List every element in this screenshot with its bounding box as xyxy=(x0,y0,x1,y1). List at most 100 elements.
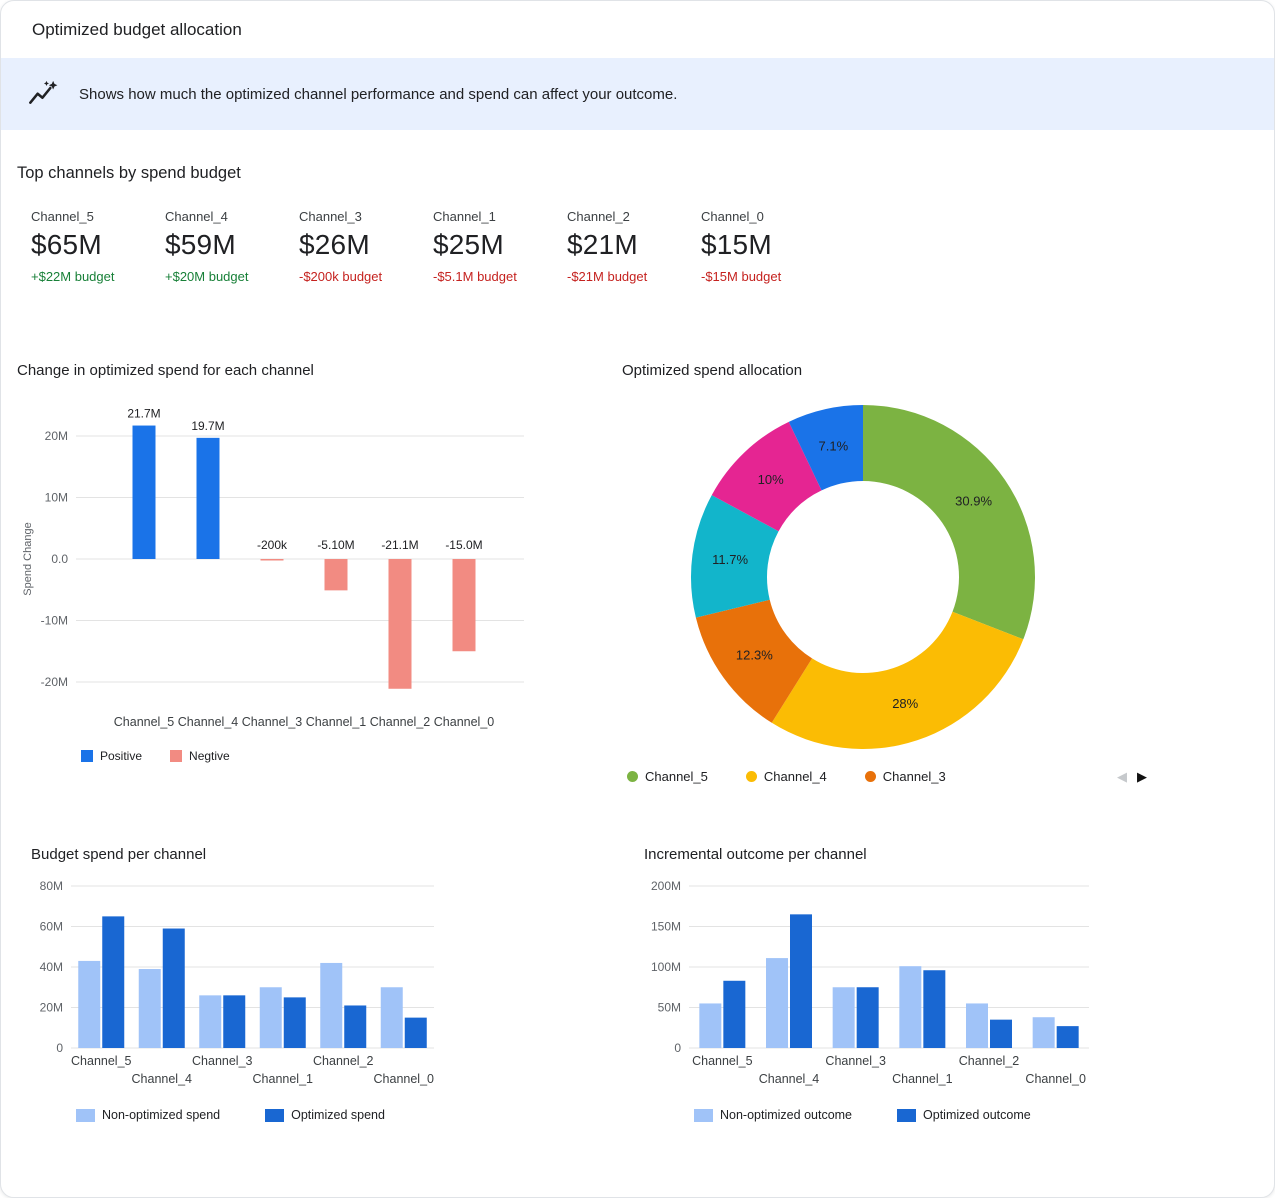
y-tick-label: 80M xyxy=(40,879,63,893)
legend-item: Positive xyxy=(81,749,142,763)
x-category-label: Channel_5 xyxy=(114,715,175,729)
budget-bar-Channel_5-non-optimized[interactable] xyxy=(78,961,100,1048)
spend-change-bar-Channel_2[interactable] xyxy=(389,559,412,689)
outcome-bar-Channel_0-non-optimized[interactable] xyxy=(1033,1017,1055,1048)
legend-swatch xyxy=(76,1109,95,1122)
channel-spend-value: $65M xyxy=(31,229,165,261)
legend-item: Optimized spend xyxy=(265,1108,385,1122)
titlebar: Optimized budget allocation xyxy=(1,1,1274,58)
legend-swatch xyxy=(746,771,757,782)
y-tick-label: 200M xyxy=(651,879,681,893)
x-category-label: Channel_4 xyxy=(759,1072,820,1086)
budget-bar-Channel_2-optimized[interactable] xyxy=(344,1005,366,1048)
y-tick-label: 50M xyxy=(658,1001,681,1015)
legend-item: Non-optimized spend xyxy=(76,1108,220,1122)
legend-label: Channel_3 xyxy=(883,769,946,784)
x-category-label: Channel_1 xyxy=(253,1072,314,1086)
info-banner: Shows how much the optimized channel per… xyxy=(1,58,1274,130)
channel-budget-delta: -$15M budget xyxy=(701,269,835,284)
y-tick-label: 20M xyxy=(40,1001,63,1015)
budget-bar-Channel_1-optimized[interactable] xyxy=(284,997,306,1048)
budget-bar-Channel_3-non-optimized[interactable] xyxy=(199,995,221,1048)
outcome-bar-Channel_4-optimized[interactable] xyxy=(790,914,812,1048)
y-tick-label: -20M xyxy=(41,675,68,689)
outcome-bar-Channel_0-optimized[interactable] xyxy=(1057,1026,1079,1048)
outcome-bar-Channel_1-optimized[interactable] xyxy=(923,970,945,1048)
spend-change-bar-Channel_3[interactable] xyxy=(261,559,284,561)
spend-change-bar-Channel_4[interactable] xyxy=(197,438,220,559)
budget-bar-Channel_5-optimized[interactable] xyxy=(102,916,124,1048)
budget-bar-Channel_1-non-optimized[interactable] xyxy=(260,987,282,1048)
outcome-bar-Channel_5-non-optimized[interactable] xyxy=(699,1003,721,1048)
channel-spend-value: $59M xyxy=(165,229,299,261)
spend-change-bar-Channel_1[interactable] xyxy=(325,559,348,590)
slice-percent-label: 10% xyxy=(758,472,784,487)
legend-swatch xyxy=(81,750,93,762)
outcome-bar-Channel_2-optimized[interactable] xyxy=(990,1020,1012,1048)
incremental-outcome-chart-canvas: 050M100M150M200MChannel_5Channel_4Channe… xyxy=(644,877,1104,1092)
spend-change-bar-Channel_5[interactable] xyxy=(133,426,156,559)
outcome-bar-Channel_4-non-optimized[interactable] xyxy=(766,958,788,1048)
slice-percent-label: 11.7% xyxy=(712,552,748,567)
channel-name: Channel_1 xyxy=(433,209,567,224)
budget-spend-chart-title: Budget spend per channel xyxy=(31,846,614,863)
spend-allocation-donut-canvas: 30.9%28%12.3%11.7%10%7.1% xyxy=(607,389,1267,763)
y-tick-label: 40M xyxy=(40,960,63,974)
x-category-label: Channel_0 xyxy=(374,1072,435,1086)
budget-bar-Channel_4-optimized[interactable] xyxy=(163,929,185,1048)
y-tick-label: -10M xyxy=(41,614,68,628)
y-tick-label: 150M xyxy=(651,920,681,934)
x-category-label: Channel_2 xyxy=(959,1054,1020,1068)
budget-bar-Channel_2-non-optimized[interactable] xyxy=(320,963,342,1048)
x-category-label: Channel_4 xyxy=(178,715,239,729)
legend-swatch xyxy=(694,1109,713,1122)
bar-value-label: 19.7M xyxy=(191,419,224,433)
donut-legend-prev-button[interactable]: ◀ xyxy=(1117,770,1127,783)
channel-card: Channel_1$25M-$5.1M budget xyxy=(433,209,567,284)
channel-name: Channel_2 xyxy=(567,209,701,224)
incremental-outcome-chart-title: Incremental outcome per channel xyxy=(644,846,1274,863)
budget-bar-Channel_0-optimized[interactable] xyxy=(405,1018,427,1048)
legend-item: Channel_4 xyxy=(746,769,827,784)
incremental-outcome-chart-block: Incremental outcome per channel 050M100M… xyxy=(614,846,1274,1122)
outcome-bar-Channel_3-non-optimized[interactable] xyxy=(833,987,855,1048)
legend-swatch xyxy=(897,1109,916,1122)
channel-budget-delta: -$21M budget xyxy=(567,269,701,284)
outcome-bar-Channel_3-optimized[interactable] xyxy=(857,987,879,1048)
channel-spend-value: $26M xyxy=(299,229,433,261)
x-category-label: Channel_0 xyxy=(434,715,495,729)
outcome-bar-Channel_1-non-optimized[interactable] xyxy=(899,966,921,1048)
channel-budget-delta: +$22M budget xyxy=(31,269,165,284)
legend-label: Optimized spend xyxy=(291,1108,385,1122)
channel-card: Channel_0$15M-$15M budget xyxy=(701,209,835,284)
donut-legend-next-button[interactable]: ▶ xyxy=(1137,770,1147,783)
channel-card: Channel_4$59M+$20M budget xyxy=(165,209,299,284)
spend-change-bar-Channel_0[interactable] xyxy=(453,559,476,651)
bar-value-label: -15.0M xyxy=(445,538,482,552)
budget-spend-chart-block: Budget spend per channel 020M40M60M80MCh… xyxy=(1,846,614,1122)
outcome-bar-Channel_5-optimized[interactable] xyxy=(723,981,745,1048)
donut-slice-Channel_5[interactable] xyxy=(863,405,1035,639)
x-category-label: Channel_3 xyxy=(192,1054,253,1068)
budget-bar-Channel_3-optimized[interactable] xyxy=(223,995,245,1048)
x-category-label: Channel_5 xyxy=(692,1054,753,1068)
charts-row-1: Change in optimized spend for each chann… xyxy=(1,362,1274,784)
outcome-bar-Channel_2-non-optimized[interactable] xyxy=(966,1003,988,1048)
spend-change-legend: Positive Negtive xyxy=(81,749,607,763)
x-category-label: Channel_1 xyxy=(306,715,367,729)
x-category-label: Channel_4 xyxy=(132,1072,193,1086)
legend-label: Non-optimized outcome xyxy=(720,1108,852,1122)
legend-item: Channel_3 xyxy=(865,769,946,784)
spend-change-chart-title: Change in optimized spend for each chann… xyxy=(17,362,607,379)
budget-bar-Channel_4-non-optimized[interactable] xyxy=(139,969,161,1048)
budget-bar-Channel_0-non-optimized[interactable] xyxy=(381,987,403,1048)
y-tick-label: 100M xyxy=(651,960,681,974)
donut-slice-Channel_4[interactable] xyxy=(772,612,1024,749)
legend-item: Negtive xyxy=(170,749,230,763)
bar-value-label: 21.7M xyxy=(127,407,160,421)
legend-label: Non-optimized spend xyxy=(102,1108,220,1122)
channel-spend-value: $21M xyxy=(567,229,701,261)
x-category-label: Channel_2 xyxy=(313,1054,374,1068)
spend-allocation-legend: Channel_5Channel_4Channel_3◀▶ xyxy=(627,769,1147,784)
donut-legend-pagination: ◀▶ xyxy=(1117,770,1147,783)
